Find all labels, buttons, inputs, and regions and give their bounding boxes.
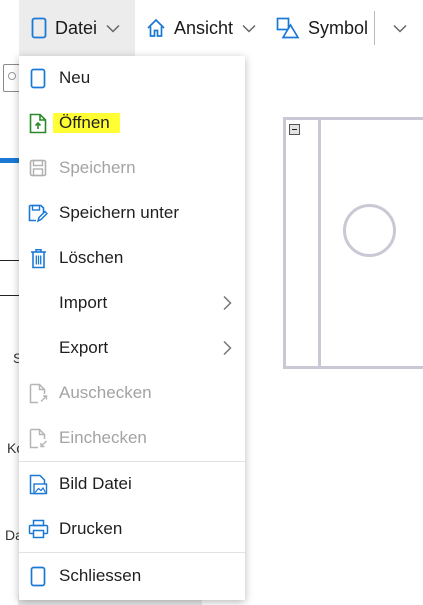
menu-item-einchecken[interactable]: Einchecken <box>19 418 245 458</box>
divider-line <box>0 295 20 296</box>
menu-item-loeschen[interactable]: Löschen <box>19 238 245 278</box>
ansicht-label: Ansicht <box>174 17 234 38</box>
shapes-icon <box>276 17 300 39</box>
chevron-down-icon <box>242 24 256 33</box>
close-document-icon <box>27 565 49 587</box>
image-file-icon <box>27 473 49 495</box>
chevron-right-icon <box>221 295 233 311</box>
menu-item-label: Export <box>59 338 109 357</box>
document-icon <box>31 17 47 39</box>
divider-line <box>0 260 20 261</box>
menu-item-oeffnen[interactable]: Öffnen <box>19 103 245 143</box>
menu-item-label: Speichern unter <box>59 203 180 222</box>
ansicht-menu-button[interactable]: Ansicht <box>146 0 264 56</box>
chevron-right-icon <box>221 340 233 356</box>
datei-label: Datei <box>55 17 98 38</box>
toolbar-divider <box>374 11 375 45</box>
menu-item-label: Speichern <box>59 158 136 177</box>
diagram-divider <box>318 120 321 366</box>
menu-item-label: Löschen <box>59 248 124 267</box>
datei-menu-button[interactable]: Datei <box>19 0 135 56</box>
symbol-label: Symbol <box>308 17 369 38</box>
menu-item-label: Bild Datei <box>59 474 132 493</box>
diagram-circle[interactable] <box>343 204 396 257</box>
menu-item-drucken[interactable]: Drucken <box>19 509 245 549</box>
search-icon <box>8 72 16 80</box>
menu-item-import[interactable]: Import <box>19 283 245 323</box>
menu-item-schliessen[interactable]: Schliessen <box>19 556 245 596</box>
datei-dropdown-menu: Neu Öffnen Speichern Speichern unter Lös… <box>19 56 245 600</box>
trash-icon <box>27 247 49 269</box>
menu-divider <box>19 552 245 553</box>
checkin-icon <box>27 427 49 449</box>
toolbar: Datei Ansicht Symbol <box>0 0 423 56</box>
active-tab-indicator <box>0 158 20 163</box>
menu-item-label: Neu <box>59 68 91 87</box>
menu-divider <box>19 461 245 462</box>
menu-item-label: Schliessen <box>59 566 142 585</box>
printer-icon <box>27 518 49 540</box>
menu-item-label: Auschecken <box>59 383 152 402</box>
menu-item-label: Import <box>59 293 108 312</box>
home-icon <box>146 18 166 38</box>
symbol-menu-button[interactable]: Symbol <box>276 0 372 56</box>
menu-item-speichern[interactable]: Speichern <box>19 148 245 188</box>
new-document-icon <box>27 67 49 89</box>
save-as-icon <box>27 202 49 224</box>
menu-item-label: Drucken <box>59 519 123 538</box>
menu-item-label: Öffnen <box>53 113 120 133</box>
save-icon <box>27 157 49 179</box>
menu-item-export[interactable]: Export <box>19 328 245 368</box>
chevron-down-icon <box>393 24 407 33</box>
checkout-icon <box>27 382 49 404</box>
menu-item-bild-datei[interactable]: Bild Datei <box>19 464 245 504</box>
menu-item-label: Einchecken <box>59 428 147 447</box>
more-dropdown-button[interactable] <box>380 0 420 56</box>
menu-item-speichern-unter[interactable]: Speichern unter <box>19 193 245 233</box>
menu-item-auschecken[interactable]: Auschecken <box>19 373 245 413</box>
open-file-icon <box>27 112 49 134</box>
collapse-icon[interactable] <box>289 124 300 135</box>
chevron-down-icon <box>106 24 120 33</box>
menu-item-neu[interactable]: Neu <box>19 58 245 98</box>
